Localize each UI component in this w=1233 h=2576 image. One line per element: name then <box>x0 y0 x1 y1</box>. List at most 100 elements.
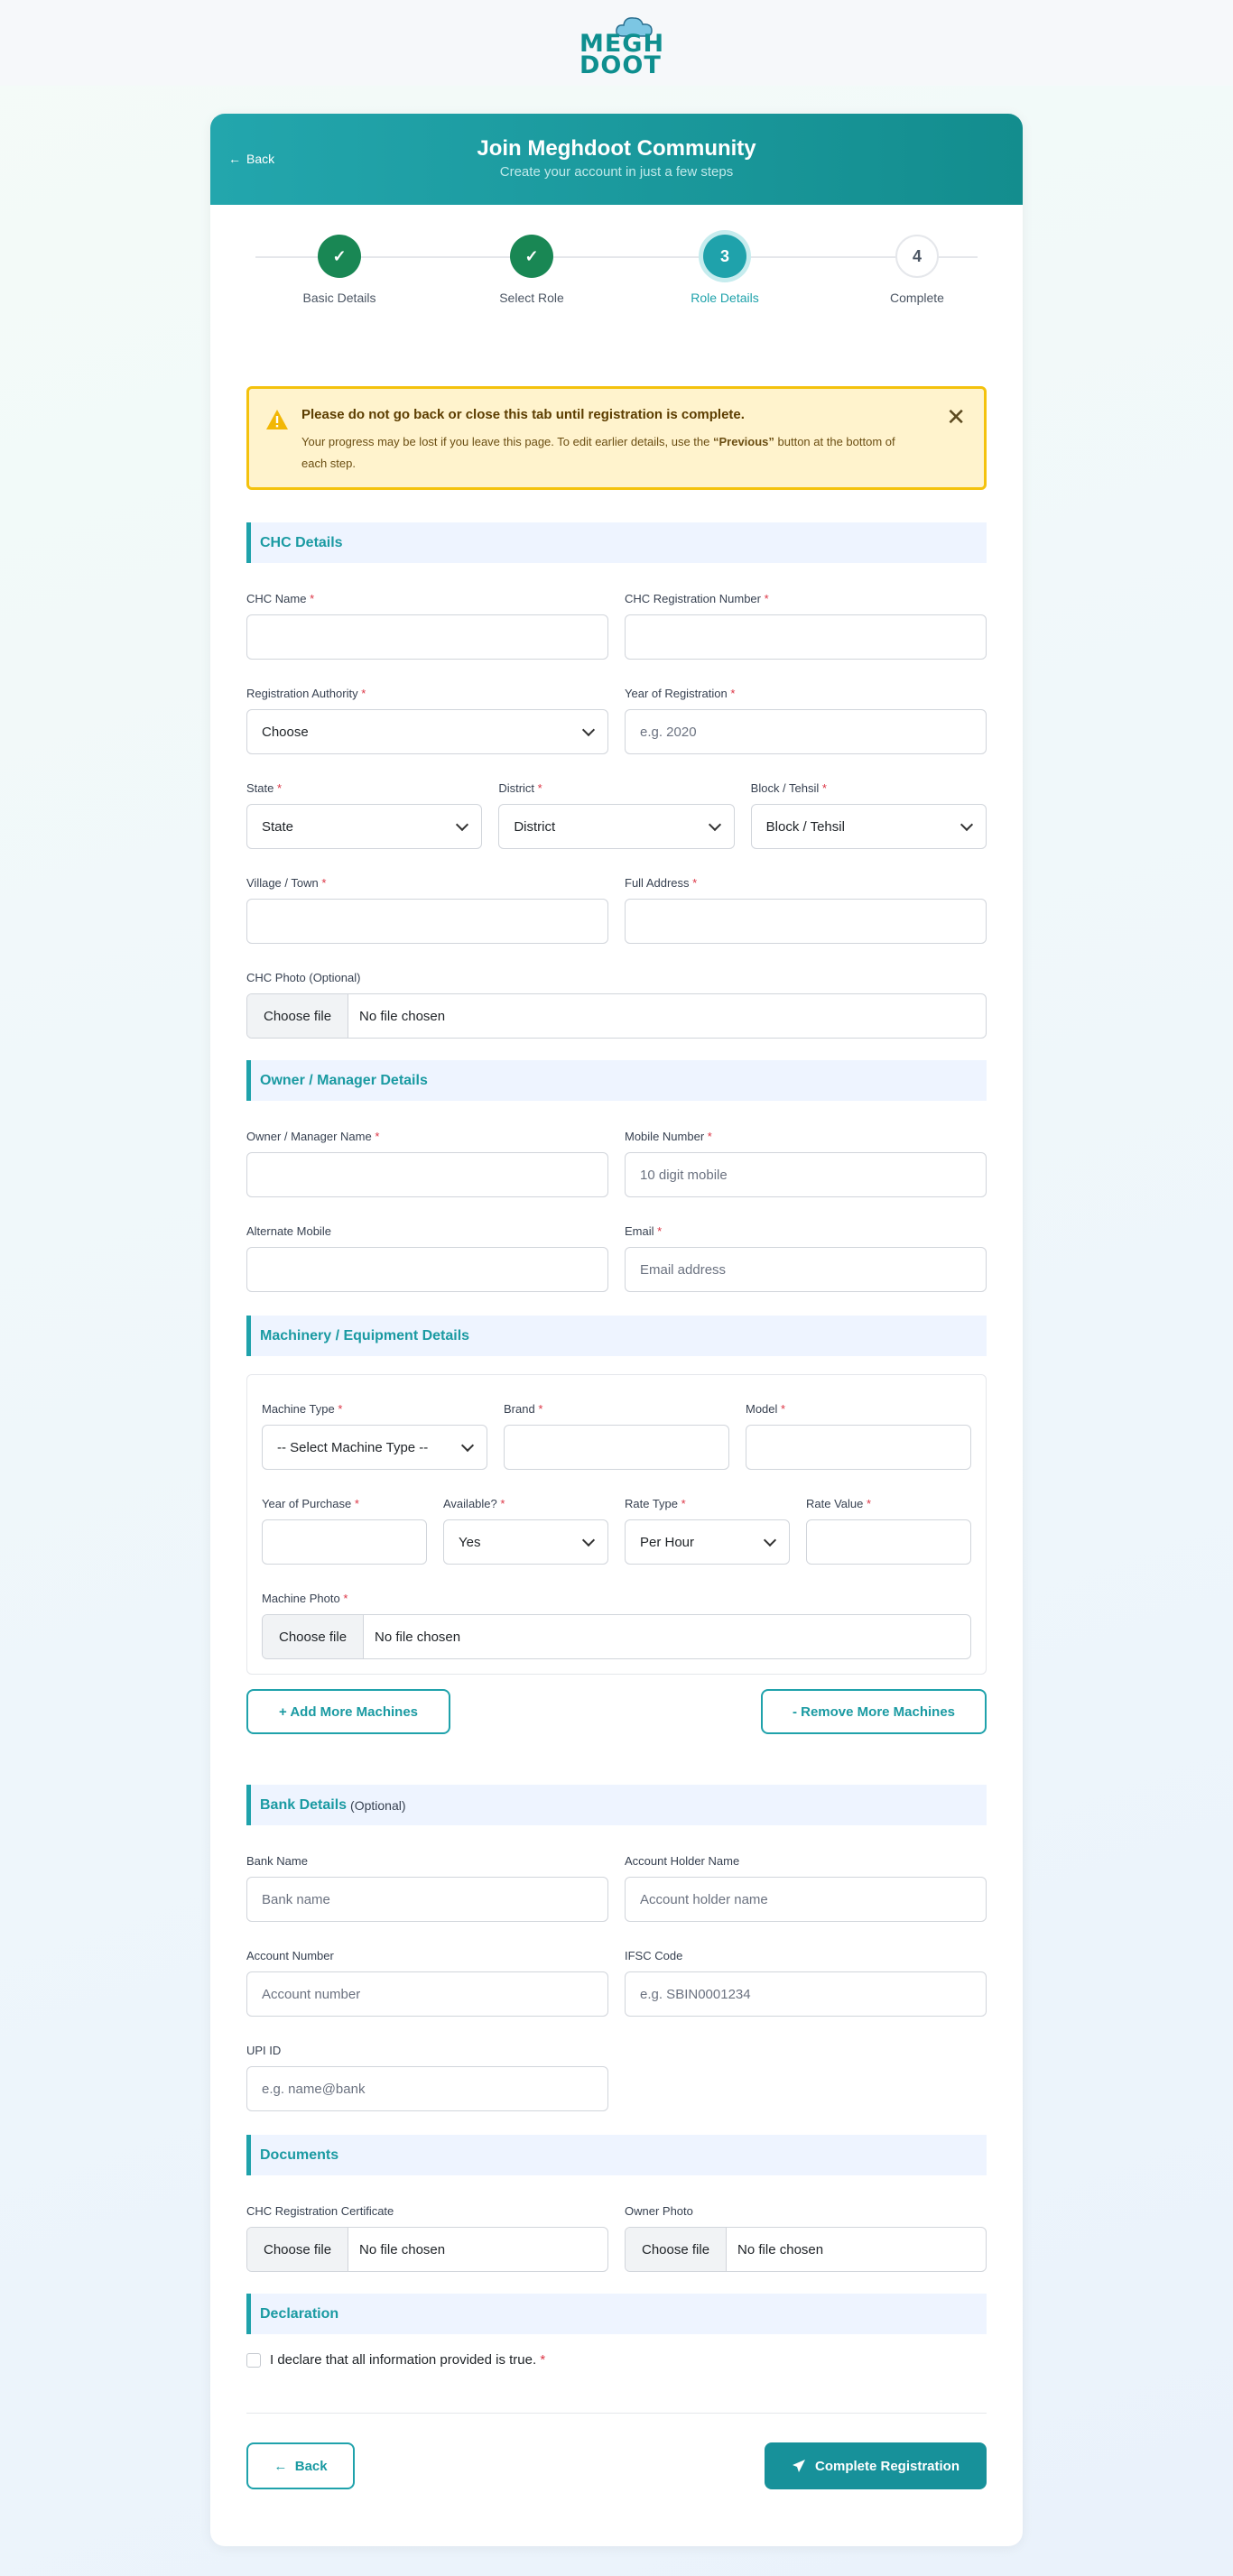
email-label: Email * <box>625 1224 663 1238</box>
full-address-input[interactable] <box>625 899 987 944</box>
upi-id-input[interactable]: e.g. name@bank <box>246 2066 608 2111</box>
top-bar: MEGH DOOT <box>0 0 1233 86</box>
step-number: 4 <box>895 235 939 278</box>
machine-type-select[interactable]: -- Select Machine Type -- <box>262 1425 487 1470</box>
machine-type-label: Machine Type * <box>262 1402 343 1416</box>
step-basic-details: ✓ Basic Details <box>276 235 403 305</box>
chc-name-label: CHC Name * <box>246 592 315 605</box>
registration-authority-label: Registration Authority * <box>246 687 366 700</box>
state-select[interactable]: State <box>246 804 483 849</box>
file-status: No file chosen <box>359 1008 446 1024</box>
alert-text: Your progress may be lost if you leave t… <box>301 435 895 470</box>
step-complete: 4 Complete <box>854 235 980 305</box>
machine-photo-file-input[interactable]: Choose file No file chosen <box>262 1614 971 1659</box>
form-footer: ← Back Complete Registration <box>246 2442 987 2489</box>
rate-value-input[interactable] <box>806 1519 971 1565</box>
card-header: ← Back Join Meghdoot Community Create yo… <box>210 114 1023 205</box>
form-body: Please do not go back or close this tab … <box>210 386 1023 2489</box>
village-town-input[interactable] <box>246 899 608 944</box>
close-icon[interactable]: ✕ <box>946 405 966 429</box>
declaration-checkbox[interactable] <box>246 2352 261 2368</box>
warning-icon <box>266 410 288 429</box>
section-declaration: Declaration <box>246 2294 987 2334</box>
account-number-input[interactable]: Account number <box>246 1971 608 2017</box>
registration-authority-select[interactable]: Choose <box>246 709 608 754</box>
choose-file-button[interactable]: Choose file <box>263 1615 365 1658</box>
account-holder-label: Account Holder Name <box>625 1854 740 1868</box>
block-tehsil-label: Block / Tehsil * <box>750 781 827 795</box>
block-tehsil-select[interactable]: Block / Tehsil <box>750 804 987 849</box>
step-label: Complete <box>890 291 944 305</box>
district-select[interactable]: District <box>498 804 735 849</box>
owner-name-label: Owner / Manager Name * <box>246 1130 380 1143</box>
step-label: Role Details <box>691 291 759 305</box>
chc-reg-number-label: CHC Registration Number * <box>625 592 769 605</box>
district-label: District * <box>498 781 542 795</box>
machine-entry: Machine Type * -- Select Machine Type -- … <box>246 1374 987 1675</box>
alternate-mobile-input[interactable] <box>246 1247 608 1292</box>
check-icon: ✓ <box>510 235 553 278</box>
account-number-label: Account Number <box>246 1949 334 1962</box>
village-town-label: Village / Town * <box>246 876 327 890</box>
bank-name-label: Bank Name <box>246 1854 308 1868</box>
page-subtitle: Create your account in just a few steps <box>499 164 734 180</box>
owner-name-input[interactable] <box>246 1152 608 1197</box>
warning-alert: Please do not go back or close this tab … <box>246 386 987 490</box>
declaration-text: I declare that all information provided … <box>270 2352 546 2368</box>
meghdoot-logo[interactable]: MEGH DOOT <box>567 7 666 79</box>
registration-certificate-file-input[interactable]: Choose file No file chosen <box>246 2227 608 2272</box>
year-of-purchase-input[interactable] <box>262 1519 427 1565</box>
account-holder-input[interactable]: Account holder name <box>625 1877 987 1922</box>
machine-photo-label: Machine Photo * <box>262 1592 348 1605</box>
year-of-purchase-label: Year of Purchase * <box>262 1497 359 1510</box>
brand-label: Brand * <box>504 1402 543 1416</box>
progress-stepper: ✓ Basic Details ✓ Select Role 3 Role Det… <box>210 205 1023 309</box>
file-status: No file chosen <box>737 2241 824 2257</box>
complete-registration-button[interactable]: Complete Registration <box>765 2442 987 2489</box>
full-address-label: Full Address * <box>625 876 698 890</box>
step-select-role: ✓ Select Role <box>468 235 595 305</box>
remove-more-machines-button[interactable]: - Remove More Machines <box>761 1689 987 1734</box>
registration-card: ← Back Join Meghdoot Community Create yo… <box>210 114 1023 2546</box>
chc-photo-file-input[interactable]: Choose file No file chosen <box>246 993 987 1039</box>
add-more-machines-button[interactable]: + Add More Machines <box>246 1689 450 1734</box>
bank-name-input[interactable]: Bank name <box>246 1877 608 1922</box>
chc-photo-label: CHC Photo (Optional) <box>246 971 361 984</box>
year-of-registration-label: Year of Registration * <box>625 687 736 700</box>
model-label: Model * <box>746 1402 786 1416</box>
chc-reg-number-input[interactable] <box>625 614 987 660</box>
step-role-details: 3 Role Details <box>662 235 788 305</box>
available-select[interactable]: Yes <box>443 1519 608 1565</box>
choose-file-button[interactable]: Choose file <box>247 994 349 1038</box>
section-documents: Documents <box>246 2135 987 2175</box>
email-input[interactable]: Email address <box>625 1247 987 1292</box>
section-bank-details: Bank Details (Optional) <box>246 1785 987 1825</box>
state-label: State * <box>246 781 283 795</box>
owner-photo-file-input[interactable]: Choose file No file chosen <box>625 2227 987 2272</box>
ifsc-code-input[interactable]: e.g. SBIN0001234 <box>625 1971 987 2017</box>
step-label: Select Role <box>499 291 564 305</box>
logo-text-line2: DOOT <box>579 51 662 79</box>
rate-type-select[interactable]: Per Hour <box>625 1519 790 1565</box>
model-input[interactable] <box>746 1425 971 1470</box>
ifsc-code-label: IFSC Code <box>625 1949 683 1962</box>
section-owner-details: Owner / Manager Details <box>246 1060 987 1101</box>
arrow-left-icon: ← <box>273 2458 288 2474</box>
step-label: Basic Details <box>302 291 376 305</box>
alternate-mobile-label: Alternate Mobile <box>246 1224 331 1238</box>
brand-input[interactable] <box>504 1425 729 1470</box>
chc-name-input[interactable] <box>246 614 608 660</box>
year-of-registration-input[interactable]: e.g. 2020 <box>625 709 987 754</box>
file-status: No file chosen <box>375 1629 461 1645</box>
section-machinery-details: Machinery / Equipment Details <box>246 1316 987 1356</box>
choose-file-button[interactable]: Choose file <box>626 2228 728 2271</box>
rate-value-label: Rate Value * <box>806 1497 872 1510</box>
mobile-number-input[interactable]: 10 digit mobile <box>625 1152 987 1197</box>
choose-file-button[interactable]: Choose file <box>247 2228 349 2271</box>
file-status: No file chosen <box>359 2241 446 2257</box>
mobile-number-label: Mobile Number * <box>625 1130 712 1143</box>
back-button[interactable]: ← Back <box>246 2442 355 2489</box>
upi-id-label: UPI ID <box>246 2044 282 2057</box>
rate-type-label: Rate Type * <box>625 1497 686 1510</box>
available-label: Available? * <box>443 1497 505 1510</box>
